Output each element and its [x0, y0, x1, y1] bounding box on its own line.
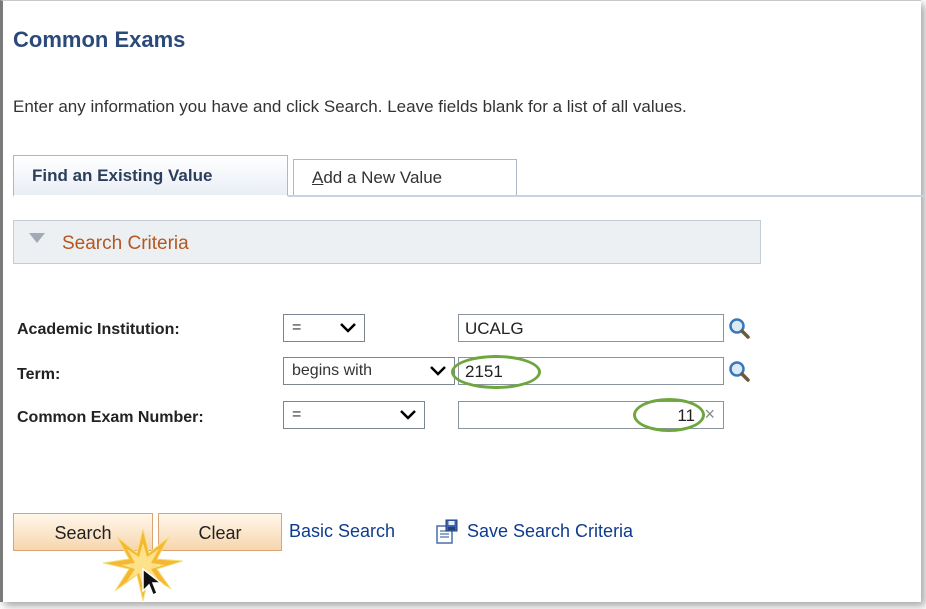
- exam-number-operator-select[interactable]: =: [283, 401, 425, 429]
- search-criteria-header[interactable]: Search Criteria: [13, 220, 761, 264]
- save-criteria-icon[interactable]: [435, 519, 459, 545]
- exam-number-label: Common Exam Number:: [17, 409, 204, 426]
- chevron-down-icon: [340, 323, 356, 333]
- institution-operator-select[interactable]: =: [283, 314, 365, 342]
- tab-add-new-value[interactable]: Add a New Value: [293, 159, 517, 195]
- institution-lookup-icon[interactable]: [727, 316, 751, 340]
- search-criteria-label: Search Criteria: [62, 233, 189, 254]
- exam-number-highlight-circle: [633, 398, 705, 432]
- term-label: Term:: [17, 366, 61, 383]
- save-search-criteria-link[interactable]: Save Search Criteria: [467, 521, 633, 542]
- chevron-down-icon: [400, 410, 416, 420]
- collapse-triangle-icon[interactable]: [29, 233, 45, 243]
- page-title: Common Exams: [13, 27, 186, 52]
- institution-value: UCALG: [465, 319, 524, 338]
- tab-add-hotkey: A: [312, 168, 324, 187]
- instructions-text: Enter any information you have and click…: [13, 97, 687, 116]
- term-operator-value: begins with: [292, 362, 373, 379]
- institution-input[interactable]: UCALG: [458, 314, 724, 342]
- term-highlight-circle: [451, 355, 541, 389]
- exam-number-operator-value: =: [292, 406, 302, 423]
- tab-bar: Find an Existing Value Add a New Value: [13, 155, 925, 199]
- clear-field-icon[interactable]: ×: [704, 404, 715, 425]
- term-operator-select[interactable]: begins with: [283, 357, 455, 385]
- chevron-down-icon: [430, 366, 446, 376]
- term-lookup-icon[interactable]: [727, 359, 751, 383]
- mouse-pointer-icon: [142, 567, 164, 597]
- tab-find-existing-value[interactable]: Find an Existing Value: [13, 155, 288, 197]
- tab-add-label: dd a New Value: [323, 168, 443, 187]
- institution-operator-value: =: [292, 319, 302, 336]
- institution-label: Academic Institution:: [17, 321, 180, 338]
- browser-frame: Common Exams Enter any information you h…: [0, 0, 925, 602]
- basic-search-link[interactable]: Basic Search: [289, 521, 395, 542]
